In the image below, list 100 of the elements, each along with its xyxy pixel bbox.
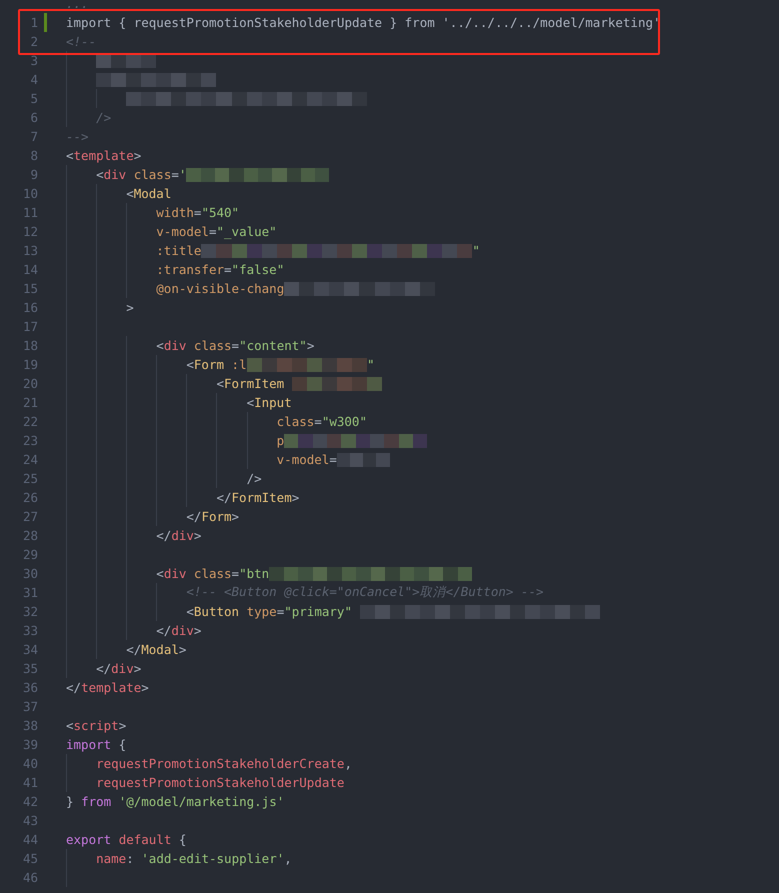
line-number: 17 xyxy=(22,319,38,334)
code-punctuation: < xyxy=(126,186,134,201)
line-number: 2 xyxy=(29,34,38,49)
code-string: "_value" xyxy=(216,224,277,239)
code-tag: div xyxy=(171,528,194,543)
code-punctuation: > xyxy=(126,300,134,315)
code-attribute: :title xyxy=(156,243,202,258)
code-punctuation: , xyxy=(344,756,352,771)
code-tag: div xyxy=(164,338,186,353)
code-string: "540" xyxy=(201,205,240,220)
line-number: 43 xyxy=(22,813,38,828)
code-string: "false" xyxy=(232,262,284,277)
code-punctuation: < xyxy=(66,718,74,733)
code-text: import { requestPromotionStakeholderUpdate } from '../../../../model/marketing' xyxy=(66,15,661,30)
code-attribute: v-model xyxy=(276,452,330,467)
code-comment: ... xyxy=(66,0,89,11)
code-punctuation: < xyxy=(186,357,194,372)
line-number: 19 xyxy=(22,357,38,372)
code-identifier: default xyxy=(118,832,172,847)
line-number: 33 xyxy=(22,623,38,638)
code-component: Modal xyxy=(141,642,179,657)
code-punctuation: > xyxy=(118,718,126,733)
code-punctuation: > xyxy=(141,680,149,695)
code-punctuation: } xyxy=(66,794,75,809)
code-punctuation: { xyxy=(118,737,126,752)
line-number: 42 xyxy=(22,794,38,809)
code-punctuation: : xyxy=(126,851,135,866)
code-punctuation: </ xyxy=(96,661,112,676)
code-string: " xyxy=(367,357,375,372)
line-number: 16 xyxy=(22,300,38,315)
code-punctuation: < xyxy=(96,167,104,182)
code-string: 'add-edit-supplier' xyxy=(141,851,284,866)
line-number: 13 xyxy=(22,243,38,258)
code-punctuation: </ xyxy=(216,490,232,505)
code-punctuation: </ xyxy=(156,528,172,543)
line-number: 41 xyxy=(22,775,38,790)
line-number: 4 xyxy=(29,72,38,87)
code-attribute: @on-visible-chang xyxy=(156,281,284,296)
code-punctuation: = xyxy=(329,452,337,467)
line-number: 7 xyxy=(29,129,38,144)
code-punctuation: = xyxy=(276,604,284,619)
line-number: 36 xyxy=(22,680,38,695)
code-punctuation: /> xyxy=(246,471,262,486)
code-punctuation: = xyxy=(232,566,240,581)
code-punctuation: > xyxy=(134,148,142,163)
line-number: 40 xyxy=(22,756,38,771)
line-number: 24 xyxy=(22,452,38,467)
code-punctuation: </ xyxy=(126,642,142,657)
code-punctuation: < xyxy=(156,338,164,353)
code-punctuation: = xyxy=(208,224,216,239)
line-number: 30 xyxy=(22,566,38,581)
line-number: 9 xyxy=(29,167,38,182)
code-attribute: class xyxy=(132,167,172,182)
code-punctuation: > xyxy=(194,623,202,638)
code-punctuation: < xyxy=(246,395,254,410)
code-comment: /> xyxy=(96,110,112,125)
code-punctuation: </ xyxy=(156,623,172,638)
code-component: Modal xyxy=(134,186,172,201)
code-component: Form xyxy=(194,357,224,372)
code-punctuation: > xyxy=(306,338,314,353)
code-attribute: class xyxy=(276,414,314,429)
code-tag: div xyxy=(171,623,194,638)
code-component: Button xyxy=(194,604,240,619)
code-identifier: name xyxy=(96,851,126,866)
code-tag: template xyxy=(74,148,134,163)
line-number: 37 xyxy=(22,699,38,714)
line-number: 18 xyxy=(22,338,38,353)
code-punctuation: { xyxy=(178,832,186,847)
line-number: 11 xyxy=(22,205,38,220)
code-punctuation: < xyxy=(216,376,224,391)
code-attribute: type xyxy=(246,604,277,619)
code-identifier: requestPromotionStakeholderCreate xyxy=(96,756,344,771)
code-punctuation: < xyxy=(186,604,194,619)
code-string: '@/model/marketing.js' xyxy=(118,794,284,809)
code-punctuation: > xyxy=(194,528,202,543)
line-number: 14 xyxy=(22,262,38,277)
code-keyword: from xyxy=(81,794,112,809)
code-punctuation: < xyxy=(66,148,74,163)
code-component: Input xyxy=(254,395,292,410)
code-string: " xyxy=(472,243,480,258)
code-component: FormItem xyxy=(224,376,286,391)
line-number: 22 xyxy=(22,414,38,429)
line-number: 10 xyxy=(22,186,38,201)
code-tag: div xyxy=(164,566,186,581)
code-keyword: export xyxy=(66,832,112,847)
line-number: 28 xyxy=(22,528,38,543)
code-string: "w300" xyxy=(322,414,367,429)
code-attribute: :transfer xyxy=(156,262,224,277)
code-punctuation: </ xyxy=(66,680,82,695)
line-number: 12 xyxy=(22,224,38,239)
line-number: 15 xyxy=(22,281,38,296)
code-keyword: import xyxy=(66,737,112,752)
line-number: 20 xyxy=(22,376,38,391)
line-number: 21 xyxy=(22,395,38,410)
code-punctuation: < xyxy=(156,566,164,581)
code-attribute: v-model xyxy=(156,224,209,239)
code-comment: --> xyxy=(66,129,89,144)
code-punctuation: , xyxy=(284,851,292,866)
code-comment: <!-- <Button @click="onCancel">取消</Button> --> xyxy=(186,584,544,601)
code-string: "btn xyxy=(239,566,270,581)
